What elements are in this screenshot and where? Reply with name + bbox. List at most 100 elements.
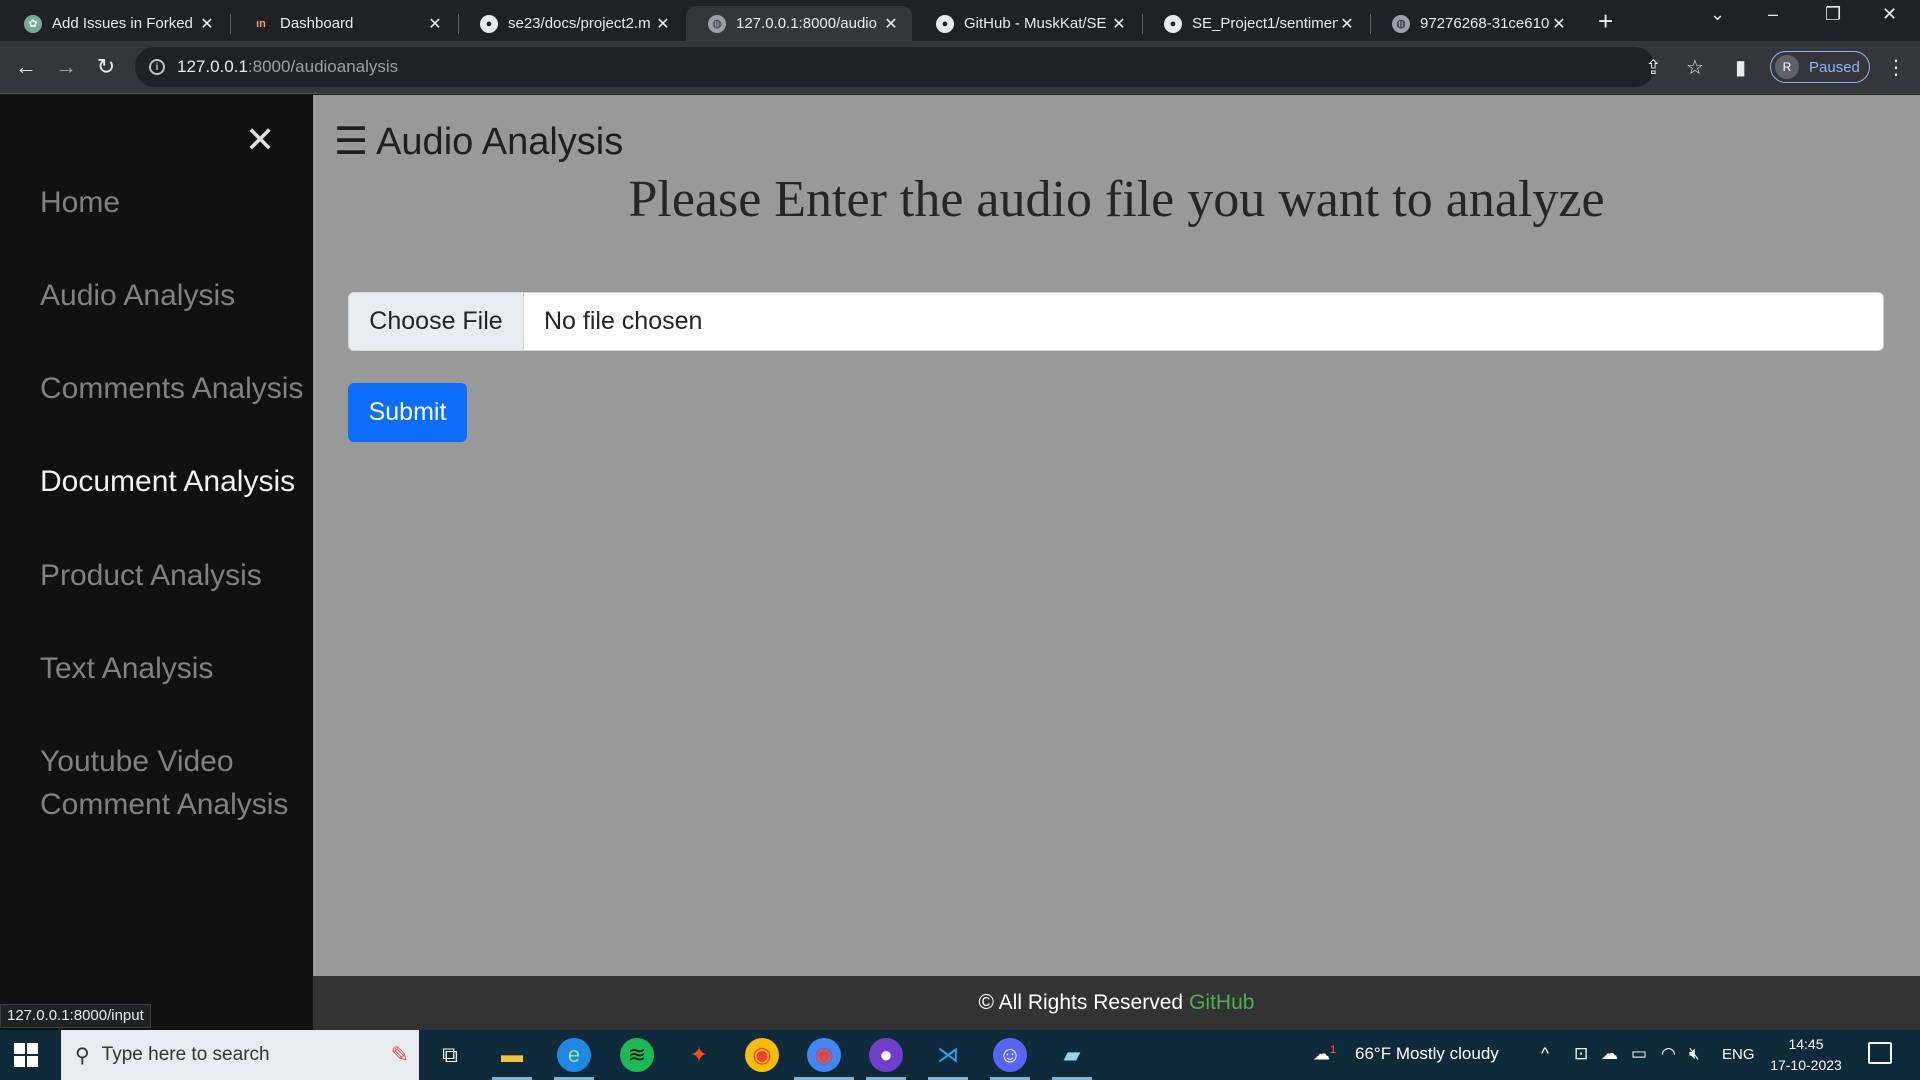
language-indicator[interactable]: ENG: [1722, 1046, 1755, 1063]
side-panel-icon[interactable]: ▮: [1735, 55, 1746, 80]
clock-time: 14:45: [1788, 1036, 1824, 1052]
page-title-text: Audio Analysis: [376, 121, 624, 163]
sidebar-item-comments-analysis[interactable]: Comments Analysis: [40, 367, 310, 410]
github-icon: ●: [480, 14, 498, 33]
page-title: ☰ Audio Analysis: [334, 119, 623, 164]
tab-title: GitHub - MuskKat/SE: [964, 15, 1107, 32]
close-icon[interactable]: ✕: [1550, 14, 1568, 34]
tab-audio-analysis[interactable]: ◍ 127.0.0.1:8000/audio ✕: [686, 6, 912, 41]
windows-start-icon[interactable]: [14, 1043, 38, 1067]
dashboard-icon: ιn: [256, 17, 266, 30]
chrome-profile-icon[interactable]: ◉: [807, 1038, 841, 1072]
windows-taskbar: ⚲ Type here to search ✎ ⧉ ▬ e ≋ ✦ ◉ ◉ ● …: [0, 1030, 1920, 1080]
weather-badge: 1: [1330, 1044, 1337, 1056]
hamburger-menu-icon[interactable]: ☰: [334, 121, 368, 163]
battery-icon[interactable]: ▭: [1631, 1044, 1647, 1064]
discord-icon[interactable]: ☺: [993, 1038, 1027, 1072]
tab-github-muskkat[interactable]: ● GitHub - MuskKat/SE ✕: [914, 6, 1140, 41]
submit-button[interactable]: Submit: [348, 383, 467, 442]
sidebar-item-home[interactable]: Home: [40, 181, 310, 224]
avatar: R: [1775, 55, 1799, 79]
close-icon[interactable]: ✕: [1110, 14, 1128, 34]
openai-icon: ✿: [24, 14, 42, 33]
upload-heading: Please Enter the audio file you want to …: [628, 171, 1605, 228]
tray-expand-icon[interactable]: ^: [1541, 1044, 1549, 1064]
back-icon[interactable]: ←: [10, 51, 42, 83]
vscode-icon[interactable]: ⋊: [931, 1038, 965, 1072]
url-path: :8000/audioanalysis: [247, 57, 399, 76]
task-view-icon[interactable]: ⧉: [433, 1038, 467, 1072]
tab-title: 97276268-31ce6100-: [1420, 15, 1550, 32]
search-highlight-icon: ✎: [390, 1042, 409, 1067]
tab-se23-docs[interactable]: ● se23/docs/project2.m ✕: [458, 6, 684, 41]
footer: © All Rights Reserved GitHub: [313, 976, 1920, 1030]
footer-text: © All Rights Reserved: [978, 991, 1184, 1014]
sidebar-item-text-analysis[interactable]: Text Analysis: [40, 647, 310, 690]
tab-dashboard[interactable]: ιn Dashboard ✕: [230, 6, 456, 41]
search-placeholder: Type here to search: [101, 1044, 270, 1065]
file-explorer-icon[interactable]: ▬: [495, 1038, 529, 1072]
notification-center-icon[interactable]: [1868, 1042, 1892, 1064]
taskbar-search-box[interactable]: ⚲ Type here to search ✎: [61, 1030, 419, 1080]
close-icon[interactable]: ✕: [1338, 14, 1356, 34]
tab-search-chevron-icon[interactable]: ⌄: [1710, 4, 1725, 25]
file-status-text: No file chosen: [544, 307, 703, 335]
sidebar-item-audio-analysis[interactable]: Audio Analysis: [40, 274, 310, 317]
profile-button[interactable]: R Paused: [1770, 51, 1870, 83]
close-icon[interactable]: ✕: [882, 14, 900, 34]
figma-icon[interactable]: ✦: [682, 1038, 716, 1072]
tab-strip: ✿ Add Issues in Forked ✕ ιn Dashboard ✕ …: [0, 0, 1920, 41]
share-icon[interactable]: ⇪: [1645, 55, 1662, 80]
notepad-icon[interactable]: ▰: [1055, 1038, 1089, 1072]
sidebar-item-product-analysis[interactable]: Product Analysis: [40, 554, 310, 597]
onedrive-icon[interactable]: ☁: [1601, 1044, 1618, 1064]
spotify-icon[interactable]: ≋: [620, 1038, 654, 1072]
choose-file-button[interactable]: Choose File: [349, 293, 524, 350]
taskbar-clock[interactable]: 14:45 17-10-2023: [1766, 1034, 1846, 1076]
sidebar-item-youtube-comment-analysis[interactable]: Youtube Video Comment Analysis: [40, 740, 310, 826]
edge-icon[interactable]: e: [557, 1038, 591, 1072]
clock-date: 17-10-2023: [1770, 1057, 1842, 1073]
restore-icon[interactable]: ❐: [1825, 4, 1841, 25]
link-status-bubble: 127.0.0.1:8000/input: [0, 1004, 151, 1028]
volume-muted-icon[interactable]: 🔇︎: [1689, 1044, 1700, 1064]
close-icon[interactable]: ✕: [198, 14, 216, 34]
forward-icon[interactable]: →: [50, 51, 82, 83]
sidebar: ✕ Home Audio Analysis Comments Analysis …: [0, 95, 313, 1030]
footer-github-link[interactable]: GitHub: [1189, 991, 1254, 1015]
window-close-icon[interactable]: ✕: [1882, 4, 1897, 25]
url-host: 127.0.0.1: [177, 57, 248, 76]
github-desktop-icon[interactable]: ●: [869, 1038, 903, 1072]
github-icon: ●: [1164, 14, 1182, 33]
bookmark-star-icon[interactable]: ☆: [1686, 55, 1704, 80]
profile-status: Paused: [1809, 58, 1860, 76]
tab-title: 127.0.0.1:8000/audio: [736, 15, 877, 32]
tab-title: SE_Project1/sentimen: [1192, 15, 1338, 32]
search-icon: ⚲: [75, 1044, 90, 1067]
weather-text[interactable]: 66°F Mostly cloudy: [1355, 1044, 1499, 1064]
globe-icon: ◍: [708, 14, 726, 33]
minimize-icon[interactable]: –: [1768, 4, 1778, 25]
close-icon[interactable]: ✕: [654, 14, 672, 34]
close-icon[interactable]: ✕: [426, 14, 444, 34]
reload-icon[interactable]: ↻: [90, 51, 122, 83]
menu-kebab-icon[interactable]: ⋮: [1886, 55, 1906, 80]
sidebar-close-icon[interactable]: ✕: [245, 122, 275, 158]
tab-image[interactable]: ◍ 97276268-31ce6100- ✕: [1370, 6, 1580, 41]
meet-now-icon[interactable]: ⊡: [1574, 1044, 1588, 1064]
sidebar-item-document-analysis[interactable]: Document Analysis: [40, 460, 310, 503]
tab-title: Dashboard: [280, 15, 354, 32]
github-icon: ●: [936, 14, 954, 33]
chrome-icon[interactable]: ◉: [745, 1038, 779, 1072]
tab-se-project1[interactable]: ● SE_Project1/sentimen ✕: [1142, 6, 1368, 41]
address-bar[interactable]: i 127.0.0.1:8000/audioanalysis: [135, 47, 1655, 87]
wifi-icon[interactable]: ◠: [1661, 1044, 1676, 1064]
browser-toolbar: ← → ↻ i 127.0.0.1:8000/audioanalysis ⇪ ☆…: [0, 41, 1920, 94]
tab-add-issues[interactable]: ✿ Add Issues in Forked ✕: [2, 6, 228, 41]
audio-file-input[interactable]: Choose File No file chosen: [348, 292, 1884, 351]
weather-icon[interactable]: ☁1: [1313, 1044, 1336, 1065]
tab-title: se23/docs/project2.m: [508, 15, 651, 32]
new-tab-button[interactable]: +: [1598, 6, 1613, 37]
tab-title: Add Issues in Forked: [52, 15, 193, 32]
site-info-icon[interactable]: i: [149, 59, 165, 75]
